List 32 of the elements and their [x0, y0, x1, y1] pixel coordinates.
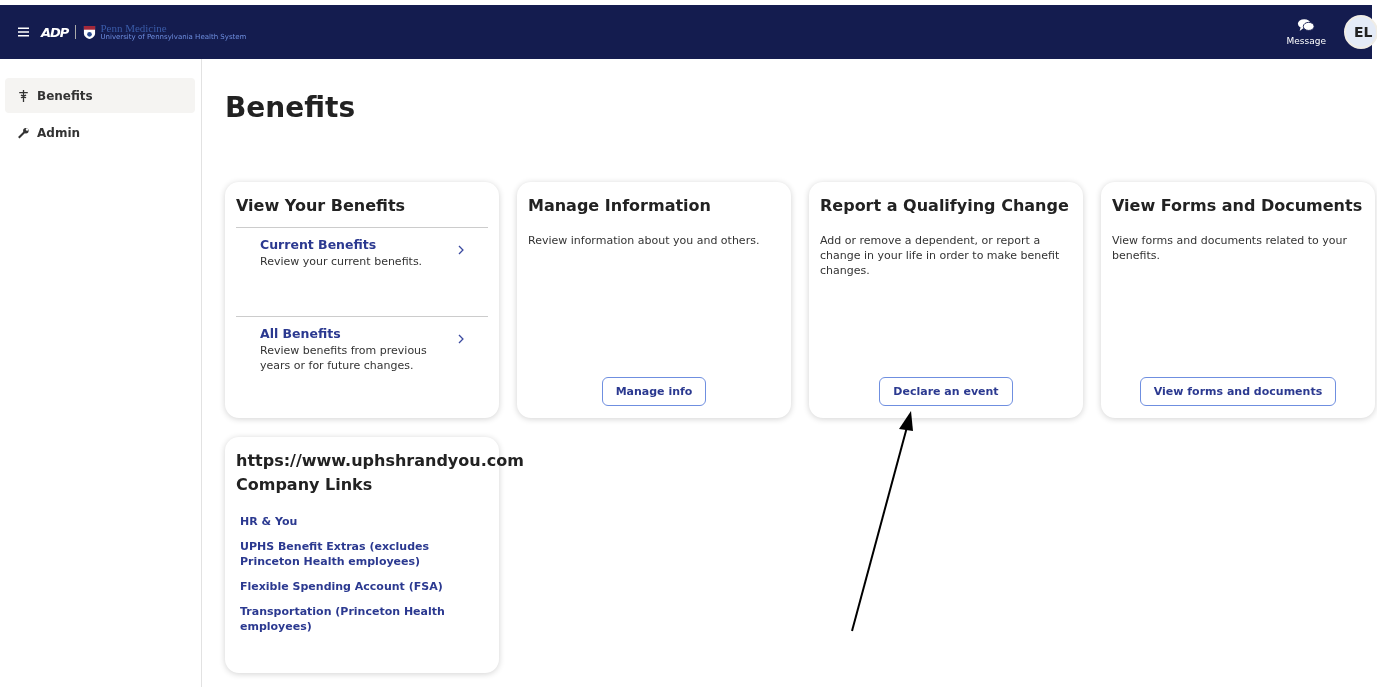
action-button[interactable]: Manage info [601, 377, 707, 406]
org-name: Penn Medicine [100, 23, 168, 34]
benefit-link[interactable]: All Benefits Review benefits from previous years or for future changes. [236, 315, 488, 404]
message-button[interactable]: Message [1286, 18, 1326, 46]
company-link[interactable]: Transportation (Princeton Health employees) [240, 604, 484, 634]
user-avatar[interactable]: EL [1344, 15, 1377, 49]
benefit-link[interactable]: Current Benefits Review your current benefits. [236, 227, 488, 316]
chevron-right-icon [458, 333, 464, 344]
card-description: Add or remove a dependent, or report a change in your life in order to make benefit changes. [820, 233, 1061, 278]
company-link[interactable]: Flexible Spending Account (FSA) [240, 579, 484, 594]
brand-logo: ADP [41, 24, 69, 40]
card-title: Company Links [236, 475, 374, 494]
card-title: View Your Benefits [236, 196, 407, 215]
card-description: Review information about you and others. [528, 233, 761, 248]
company-link[interactable]: UPHS Benefit Extras (excludes Princeton Health employees) [240, 539, 484, 569]
card-description: View forms and documents related to your benefits. [1112, 233, 1349, 263]
action-button[interactable]: Declare an event [879, 377, 1013, 406]
chat-icon [1297, 18, 1316, 33]
company-link[interactable]: HR & You [240, 514, 484, 529]
sidebar-item[interactable]: Benefits [5, 78, 195, 113]
caduceus-icon [18, 89, 29, 102]
card-title: Report a Qualifying Change [820, 196, 1070, 215]
wrench-icon [18, 126, 29, 139]
website-url: https://www.uphshrandyou.com [236, 451, 524, 470]
menu-icon[interactable] [18, 27, 29, 37]
card-title: View Forms and Documents [1112, 196, 1364, 215]
card-title: Manage Information [528, 196, 712, 215]
page-title: Benefits [225, 91, 357, 124]
action-button[interactable]: View forms and documents [1139, 377, 1337, 406]
sidebar-item[interactable]: Admin [5, 115, 195, 150]
chevron-right-icon [458, 245, 464, 255]
shield-icon [83, 24, 97, 40]
